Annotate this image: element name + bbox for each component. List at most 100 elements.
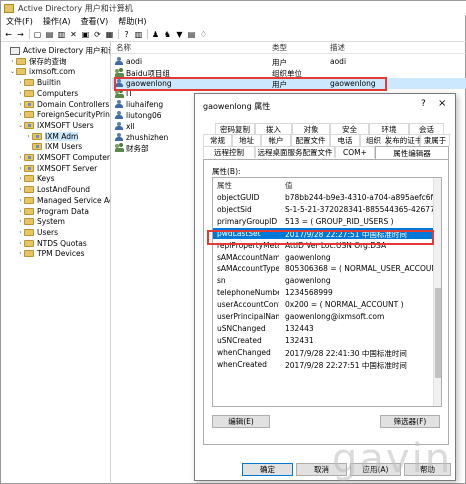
- attribute-row[interactable]: whenCreated 2017/9/28 22:27:51 中国标准时间: [213, 359, 435, 370]
- grid-header-value[interactable]: 值: [285, 180, 293, 191]
- tree-item[interactable]: ⌄ IXMSOFT Users: [17, 120, 94, 131]
- column-type[interactable]: 类型: [272, 42, 287, 53]
- attribute-row[interactable]: sn gaowenlong: [213, 275, 435, 286]
- expand-icon[interactable]: ›: [17, 218, 24, 225]
- attribute-row[interactable]: objectSid S-1-5-21-372028341-885544365-42…: [213, 204, 437, 215]
- toolbar-button-13[interactable]: ▼: [175, 30, 184, 39]
- collapse-icon[interactable]: ⌄: [17, 122, 24, 129]
- expand-icon[interactable]: ›: [17, 208, 24, 215]
- tree-item-label: IXMSOFT Users: [37, 120, 94, 130]
- tree-item[interactable]: › Users: [17, 227, 58, 238]
- tree-item[interactable]: › NTDS Quotas: [17, 238, 87, 249]
- tab-tabs_row2-6[interactable]: 发布的证书: [385, 134, 422, 146]
- tree-item[interactable]: › Builtin: [17, 77, 61, 88]
- vertical-scrollbar[interactable]: [433, 178, 441, 406]
- expand-icon[interactable]: ›: [17, 175, 24, 182]
- toolbar-button-5[interactable]: ✕: [69, 30, 78, 39]
- expand-icon[interactable]: ›: [17, 79, 24, 86]
- tree-item[interactable]: Active Directory 用户和计算机: [3, 45, 110, 56]
- toolbar-button-6[interactable]: ▣: [81, 30, 90, 39]
- expand-icon[interactable]: ›: [17, 186, 24, 193]
- toolbar-button-9[interactable]: ?: [122, 30, 131, 39]
- column-name[interactable]: 名称: [116, 42, 131, 53]
- collapse-icon[interactable]: ⌄: [9, 68, 16, 75]
- tab-tabs_row2-5[interactable]: 组织: [360, 134, 387, 146]
- ok-button[interactable]: 确定: [242, 463, 293, 476]
- menu-help[interactable]: 帮助(H): [113, 16, 151, 27]
- tab-tabs_row3-2[interactable]: COM+: [335, 146, 375, 158]
- attribute-row[interactable]: telephoneNumber 1234568999: [213, 287, 435, 298]
- toolbar-button-0[interactable]: ←: [4, 30, 13, 39]
- tree-item[interactable]: › ForeignSecurityPrincipa: [17, 109, 110, 120]
- toolbar-button-15[interactable]: ♢: [199, 30, 208, 39]
- tree-item[interactable]: › Computers: [17, 88, 78, 99]
- expand-icon[interactable]: ›: [9, 58, 16, 65]
- toolbar-button-11[interactable]: ♟: [151, 30, 160, 39]
- toolbar-button-2[interactable]: ▢: [33, 30, 42, 39]
- toolbar-button-8[interactable]: ▦: [105, 30, 114, 39]
- menu-view[interactable]: 查看(V): [76, 16, 114, 27]
- list-row[interactable]: aodi 用户 aodi: [112, 56, 466, 67]
- attribute-row[interactable]: whenChanged 2017/9/28 22:41:30 中国标准时间: [213, 347, 435, 358]
- attribute-row[interactable]: primaryGroupID 513 = ( GROUP_RID_USERS ): [213, 216, 435, 227]
- attribute-row[interactable]: sAMAccountType 805306368 = ( NORMAL_USER_…: [213, 263, 437, 274]
- tree-item[interactable]: › Domain Controllers: [17, 99, 109, 110]
- column-description[interactable]: 描述: [330, 42, 345, 53]
- tab-tabs_row3-1[interactable]: 远程桌面服务配置文件: [255, 146, 335, 158]
- menu-file[interactable]: 文件(F): [1, 16, 38, 27]
- expand-icon[interactable]: ›: [17, 240, 24, 247]
- tree-item[interactable]: › Keys: [17, 173, 54, 184]
- tab-tabs_row2-2[interactable]: 帐户: [261, 134, 291, 146]
- tree-item[interactable]: › IXMSOFT Server: [17, 163, 97, 174]
- expand-icon[interactable]: ›: [17, 165, 24, 172]
- filter-button[interactable]: 筛选器(F): [380, 415, 440, 428]
- help-icon[interactable]: ?: [421, 99, 426, 109]
- expand-icon[interactable]: ›: [17, 154, 24, 161]
- tab-tabs_row3-3[interactable]: 属性编辑器: [375, 146, 449, 159]
- expand-icon[interactable]: ›: [17, 90, 24, 97]
- tree-item[interactable]: › LostAndFound: [17, 184, 90, 195]
- menu-action[interactable]: 操作(A): [38, 16, 76, 27]
- attribute-row[interactable]: uSNCreated 132431: [213, 335, 435, 346]
- tab-tabs_row2-3[interactable]: 配置文件: [291, 134, 330, 146]
- tab-tabs_row2-0[interactable]: 常规: [203, 134, 232, 146]
- tab-tabs_row3-0[interactable]: 远程控制: [203, 146, 255, 158]
- attribute-row[interactable]: uSNChanged 132443: [213, 323, 435, 334]
- tree-item[interactable]: › 保存的查询: [9, 56, 66, 67]
- tab-tabs_row2-7[interactable]: 隶属于: [420, 134, 450, 146]
- edit-button[interactable]: 编辑(E): [212, 415, 270, 428]
- toolbar-button-14[interactable]: ▤: [187, 30, 196, 39]
- tree-item[interactable]: › TPM Devices: [17, 248, 84, 259]
- close-icon[interactable]: ×: [438, 98, 446, 109]
- tab-tabs_row2-4[interactable]: 电话: [330, 134, 360, 146]
- tree-item[interactable]: › Program Data: [17, 206, 89, 217]
- expand-icon[interactable]: ›: [17, 197, 24, 204]
- toolbar-button-4[interactable]: ▥: [57, 30, 66, 39]
- toolbar-button-10[interactable]: ▥: [134, 30, 143, 39]
- expand-icon[interactable]: ›: [17, 229, 24, 236]
- attributes-grid[interactable]: 属性 值 objectGUID b78bb244-b9e3-4310-a704-a…: [212, 177, 442, 407]
- attribute-row[interactable]: sAMAccountName gaowenlong: [213, 252, 435, 263]
- expand-icon[interactable]: ›: [17, 250, 24, 257]
- attribute-row[interactable]: userPrincipalName gaowenlong@ixmsoft.com: [213, 311, 435, 322]
- tree-item[interactable]: IXM Users: [25, 141, 82, 152]
- scrollbar-thumb[interactable]: [435, 288, 441, 378]
- tree-item[interactable]: › Managed Service Acco: [17, 195, 110, 206]
- toolbar-button-3[interactable]: ▤: [45, 30, 54, 39]
- ou-icon: [24, 100, 34, 108]
- expand-icon[interactable]: ›: [25, 133, 32, 140]
- expand-icon[interactable]: ›: [17, 101, 24, 108]
- toolbar-button-1[interactable]: →: [16, 30, 25, 39]
- tree-item[interactable]: › System: [17, 216, 65, 227]
- toolbar-button-7[interactable]: ⟳: [93, 30, 102, 39]
- expand-icon[interactable]: ›: [17, 111, 24, 118]
- attribute-row[interactable]: objectGUID b78bb244-b9e3-4310-a704-a895ae…: [213, 192, 437, 203]
- attribute-name: telephoneNumber: [217, 288, 279, 298]
- grid-header-attribute[interactable]: 属性: [217, 180, 232, 191]
- toolbar-button-12[interactable]: ♞: [163, 30, 172, 39]
- attribute-row[interactable]: userAccountContr... 0x200 = ( NORMAL_ACCO…: [213, 299, 435, 310]
- tree-item[interactable]: › IXMSOFT Computers: [17, 152, 110, 163]
- tree-item[interactable]: › IXM Adm: [25, 131, 79, 142]
- tree-item[interactable]: ⌄ ixmsoft.com: [9, 66, 75, 77]
- tab-tabs_row2-1[interactable]: 地址: [232, 134, 261, 146]
